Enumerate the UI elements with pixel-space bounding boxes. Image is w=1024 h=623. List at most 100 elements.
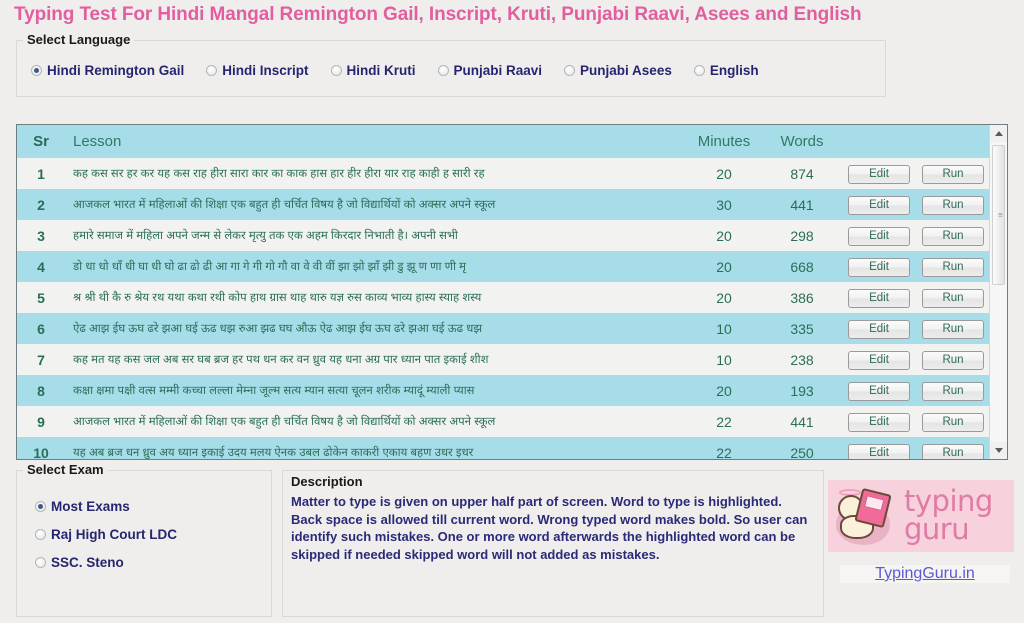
radio-icon[interactable]: [437, 65, 449, 76]
table-row[interactable]: 9 आजकल भारत में महिलाओं की शिक्षा एक बहुत…: [17, 406, 989, 437]
edit-button[interactable]: Edit: [848, 443, 910, 459]
cell-run: Run: [917, 158, 989, 189]
cell-edit: Edit: [841, 375, 917, 406]
cell-minutes: 22: [716, 444, 732, 460]
column-header-lesson[interactable]: Lesson: [65, 125, 685, 158]
table-row[interactable]: 4 डो धा धो धाँ धी घा धी घो ढा ढो ढी आ गा …: [17, 251, 989, 282]
edit-button[interactable]: Edit: [848, 226, 910, 246]
scroll-down-icon[interactable]: [990, 442, 1007, 459]
run-button[interactable]: Run: [922, 288, 984, 308]
run-button[interactable]: Run: [922, 195, 984, 215]
cell-sr: 7: [37, 351, 45, 368]
cell-minutes: 20: [716, 165, 732, 182]
cell-lesson: यह अब ब्रज धन ध्रुव अय ध्यान इकाई उदय मल…: [73, 447, 474, 459]
site-link[interactable]: TypingGuru.in: [840, 565, 1010, 583]
logo-wordmark: typing guru: [904, 487, 993, 543]
run-button[interactable]: Run: [922, 443, 984, 459]
table-row[interactable]: 6 ऐढ आझ ईघ ऊघ ढरे झआ घई ऊढ धझ रुआ झढ घघ औ…: [17, 313, 989, 344]
cell-minutes: 20: [716, 382, 732, 399]
cell-edit: Edit: [841, 344, 917, 375]
language-option-label: Hindi Remington Gail: [47, 63, 185, 78]
radio-icon[interactable]: [693, 65, 705, 76]
cell-words: 298: [790, 227, 814, 244]
table-row[interactable]: 5 श्र श्री थी कै रु श्रेय रथ यथा कथा रथी …: [17, 282, 989, 313]
lesson-table: Sr Lesson Minutes Words 1 कह कस सर हर कर …: [17, 125, 989, 460]
description-group: Description Matter to type is given on u…: [282, 470, 824, 617]
language-option-hindi-inscript[interactable]: Hindi Inscript: [206, 63, 309, 78]
cell-words: 874: [790, 165, 814, 182]
exam-option-ssc-steno[interactable]: SSC. Steno: [35, 555, 177, 570]
radio-icon[interactable]: [206, 65, 218, 76]
cell-lesson: श्र श्री थी कै रु श्रेय रथ यथा कथा रथी क…: [73, 292, 482, 304]
cell-lesson: कक्षा क्षमा पक्षी वत्स मम्मी कच्चा लल्ला…: [73, 385, 475, 397]
cell-sr: 9: [37, 413, 45, 430]
radio-icon[interactable]: [31, 65, 42, 76]
radio-icon[interactable]: [35, 501, 46, 512]
column-header-minutes[interactable]: Minutes: [685, 125, 763, 158]
edit-button[interactable]: Edit: [848, 319, 910, 339]
cell-run: Run: [917, 437, 989, 459]
column-header-edit-spacer: [841, 125, 917, 158]
run-button[interactable]: Run: [922, 412, 984, 432]
edit-button[interactable]: Edit: [848, 288, 910, 308]
table-row[interactable]: 10 यह अब ब्रज धन ध्रुव अय ध्यान इकाई उदय …: [17, 437, 989, 460]
table-row[interactable]: 7 कह मत यह कस जल अब सर घब ब्रज हर पथ धन क…: [17, 344, 989, 375]
edit-button[interactable]: Edit: [848, 164, 910, 184]
edit-button[interactable]: Edit: [848, 381, 910, 401]
typing-guru-logo: typing guru: [828, 480, 1014, 552]
table-row[interactable]: 3 हमारे समाज में महिला अपने जन्म से लेकर …: [17, 220, 989, 251]
cell-minutes: 20: [716, 227, 732, 244]
lesson-table-scrollbar[interactable]: ≡: [989, 125, 1007, 459]
language-option-punjabi-asees[interactable]: Punjabi Asees: [564, 63, 672, 78]
radio-icon[interactable]: [35, 557, 46, 568]
exam-option-raj-high-court-ldc[interactable]: Raj High Court LDC: [35, 527, 177, 542]
radio-icon[interactable]: [330, 65, 342, 76]
cell-lesson: कह कस सर हर कर यह कस राह हीरा सारा कार क…: [73, 168, 485, 180]
guru-mascot-icon: [832, 485, 898, 547]
scroll-up-icon[interactable]: [990, 125, 1007, 142]
exam-option-most-exams[interactable]: Most Exams: [35, 499, 177, 514]
edit-button[interactable]: Edit: [848, 257, 910, 277]
run-button[interactable]: Run: [922, 350, 984, 370]
language-option-english[interactable]: English: [693, 63, 759, 78]
run-button[interactable]: Run: [922, 164, 984, 184]
description-title: Description: [291, 474, 363, 489]
scrollbar-thumb[interactable]: ≡: [992, 145, 1005, 285]
branding-area: typing guru TypingGuru.in: [828, 470, 1016, 615]
cell-minutes: 10: [716, 320, 732, 337]
column-header-words[interactable]: Words: [763, 125, 841, 158]
run-button[interactable]: Run: [922, 319, 984, 339]
run-button[interactable]: Run: [922, 257, 984, 277]
radio-icon[interactable]: [564, 65, 576, 76]
edit-button[interactable]: Edit: [848, 350, 910, 370]
cell-run: Run: [917, 220, 989, 251]
run-button[interactable]: Run: [922, 226, 984, 246]
language-option-punjabi-raavi[interactable]: Punjabi Raavi: [437, 63, 542, 78]
radio-icon[interactable]: [35, 529, 46, 540]
select-exam-legend: Select Exam: [23, 462, 108, 477]
cell-edit: Edit: [841, 313, 917, 344]
cell-run: Run: [917, 344, 989, 375]
table-row[interactable]: 2 आजकल भारत में महिलाओं की शिक्षा एक बहुत…: [17, 189, 989, 220]
cell-run: Run: [917, 313, 989, 344]
language-option-hindi-remington-gail[interactable]: Hindi Remington Gail: [31, 63, 184, 78]
cell-edit: Edit: [841, 437, 917, 459]
run-button[interactable]: Run: [922, 381, 984, 401]
edit-button[interactable]: Edit: [848, 412, 910, 432]
cell-sr: 10: [33, 444, 49, 460]
typing-test-app: Typing Test For Hindi Mangal Remington G…: [0, 0, 1024, 623]
cell-words: 335: [790, 320, 814, 337]
cell-lesson: आजकल भारत में महिलाओं की शिक्षा एक बहुत …: [73, 416, 496, 428]
cell-run: Run: [917, 406, 989, 437]
language-option-hindi-kruti[interactable]: Hindi Kruti: [330, 63, 416, 78]
lesson-table-container: Sr Lesson Minutes Words 1 कह कस सर हर कर …: [16, 124, 1008, 460]
cell-minutes: 10: [716, 351, 732, 368]
edit-button[interactable]: Edit: [848, 195, 910, 215]
column-header-sr[interactable]: Sr: [17, 125, 65, 158]
table-row[interactable]: 8 कक्षा क्षमा पक्षी वत्स मम्मी कच्चा लल्ल…: [17, 375, 989, 406]
table-row[interactable]: 1 कह कस सर हर कर यह कस राह हीरा सारा कार …: [17, 158, 989, 189]
cell-words: 238: [790, 351, 814, 368]
exam-option-label: Raj High Court LDC: [51, 527, 177, 542]
language-option-label: Punjabi Asees: [580, 63, 672, 78]
cell-run: Run: [917, 251, 989, 282]
